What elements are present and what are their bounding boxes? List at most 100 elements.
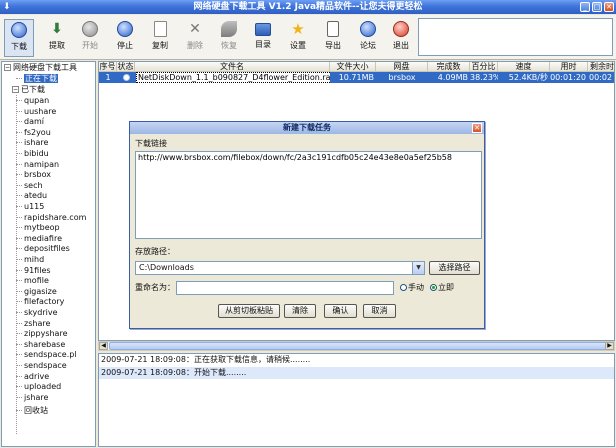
col-remaining[interactable]: 剩余时 [588, 62, 614, 72]
log-line: 2009-07-21 18:09:08：正在获取下载信息，请稍候........ [101, 355, 311, 364]
stop-button[interactable]: 停止 [110, 19, 140, 57]
restore-button[interactable]: 恢复 [214, 19, 244, 57]
close-button[interactable]: ✕ [604, 2, 614, 12]
tree-item-site[interactable]: adrive [16, 371, 49, 382]
notes-panel [418, 18, 613, 56]
radio-immediate[interactable]: 立即 [430, 283, 454, 293]
tree-item-site[interactable]: zippyshare [16, 328, 68, 339]
extract-label: 提取 [49, 41, 65, 50]
tree-item-site-label: u115 [24, 202, 45, 211]
cell-disk: brsbox [388, 73, 416, 82]
tree-item-site[interactable]: mediafire [16, 233, 62, 244]
scroll-thumb[interactable] [109, 342, 609, 350]
tree-item-site-label: uploaded [24, 382, 62, 392]
tree-item-site[interactable]: bibidu [16, 148, 49, 159]
tree-item-site[interactable]: ishare [16, 137, 48, 148]
directory-button[interactable]: 目录 [248, 19, 278, 57]
tree-item-site[interactable]: sendspace.pl [16, 349, 77, 360]
tree-item-site[interactable]: namipan [16, 159, 59, 170]
scroll-right-icon[interactable]: ▶ [605, 342, 614, 350]
tree-item-downloaded[interactable]: − 已下载 [12, 84, 45, 95]
dialog-close-icon[interactable]: ✕ [472, 123, 482, 133]
path-select[interactable]: C:\Downloads ▼ [135, 261, 425, 275]
ok-button[interactable]: 确认 [324, 304, 357, 318]
site-tree[interactable]: − 网络硬盘下载工具 正在下载 − 已下载 qupan uushare damí fs2y… [1, 61, 96, 447]
tree-item-site-label: mytbeop [24, 223, 60, 233]
tree-item-site[interactable]: mytbeop [16, 222, 60, 233]
col-size[interactable]: 文件大小 [330, 62, 376, 72]
col-filename[interactable]: 文件名 [135, 62, 330, 72]
paste-clipboard-button[interactable]: 从剪切板粘贴 [218, 304, 280, 318]
tree-item-site[interactable]: jshare [16, 392, 48, 403]
tree-item-site[interactable]: filefactory [16, 296, 64, 307]
table-row[interactable]: 1 NetDiskDown_1.1_b090827_D4flower_Editi… [99, 72, 614, 83]
tree-item-site-label: adrive [24, 371, 50, 381]
tree-item-site-label: sech [24, 180, 43, 190]
tree-item-site-label: bibidu [24, 149, 49, 158]
rename-input[interactable] [176, 281, 394, 295]
download-button[interactable]: 下载 [4, 19, 34, 57]
exit-button[interactable]: 退出 [386, 19, 416, 57]
col-percent[interactable]: 百分比 [470, 62, 498, 72]
export-button[interactable]: 导出 [318, 19, 348, 57]
start-button[interactable]: 开始 [75, 19, 105, 57]
maximize-button[interactable]: □ [592, 2, 602, 12]
tree-item-recycle[interactable]: 回收站 [16, 405, 48, 416]
cancel-button[interactable]: 取消 [363, 304, 396, 318]
tree-item-site[interactable]: gigasize [16, 286, 57, 297]
tree-item-site[interactable]: u115 [16, 201, 44, 212]
settings-button[interactable]: ★ 设置 [283, 19, 313, 57]
clear-button[interactable]: 清除 [284, 304, 316, 318]
choose-path-button[interactable]: 选择路径 [429, 261, 480, 275]
collapse-icon[interactable]: − [4, 64, 11, 71]
scroll-left-icon[interactable]: ◀ [99, 342, 108, 350]
tree-item-site[interactable]: atedu [16, 190, 47, 201]
forum-button[interactable]: 论坛 [353, 19, 383, 57]
col-disk[interactable]: 网盘 [376, 62, 428, 72]
tree-item-site[interactable]: skydrive [16, 307, 58, 318]
tree-item-site-label: namipan [24, 159, 60, 169]
col-status[interactable]: 状态 [117, 62, 135, 72]
delete-label: 删除 [187, 41, 203, 50]
tree-item-site[interactable]: qupan [16, 95, 49, 106]
star-settings-icon: ★ [291, 20, 305, 38]
tree-item-site[interactable]: uushare [16, 106, 56, 117]
copy-button[interactable]: 复制 [145, 19, 175, 57]
tree-item-site[interactable]: mihd [16, 254, 44, 265]
col-speed[interactable]: 速度 [498, 62, 550, 72]
cell-size: 10.71MB [338, 73, 374, 82]
chevron-down-icon[interactable]: ▼ [412, 262, 424, 274]
col-index[interactable]: 序号 [99, 62, 117, 72]
tree-item-site[interactable]: uploaded [16, 381, 61, 392]
tree-item-downloaded-label: 已下载 [21, 85, 45, 94]
tree-item-downloading[interactable]: 正在下载 [16, 73, 58, 84]
table-hscrollbar[interactable]: ◀ ▶ [98, 341, 615, 351]
tree-item-site[interactable]: 91files [16, 265, 51, 276]
tree-item-site[interactable]: rapidshare.com [16, 212, 86, 223]
col-elapsed[interactable]: 用时 [550, 62, 588, 72]
tree-item-site[interactable]: fs2you [16, 127, 51, 138]
minimize-button[interactable]: _ [580, 2, 590, 12]
collapse-icon[interactable]: − [12, 86, 19, 93]
tree-root[interactable]: − 网络硬盘下载工具 [4, 62, 77, 73]
tree-item-site[interactable]: sendspace [16, 360, 67, 371]
tree-item-site[interactable]: damí [16, 116, 44, 127]
radio-manual-icon[interactable] [400, 284, 407, 291]
tree-item-site[interactable]: zshare [16, 318, 50, 329]
tree-item-site[interactable]: sech [16, 180, 43, 191]
delete-button[interactable]: ✕ 删除 [180, 19, 210, 57]
url-input[interactable] [135, 151, 482, 239]
col-done[interactable]: 完成数 [428, 62, 470, 72]
tree-item-site[interactable]: sharebase [16, 339, 65, 350]
tree-item-site[interactable]: brsbox [16, 169, 51, 180]
tree-item-site-label: fs2you [24, 127, 51, 137]
forum-icon [360, 21, 376, 37]
tree-item-site[interactable]: depositfiles [16, 243, 70, 254]
tree-item-site-label: gigasize [24, 286, 57, 296]
radio-immediate-icon[interactable] [430, 284, 437, 291]
log-line: 2009-07-21 18:09:08：开始下载........ [99, 367, 614, 379]
radio-manual[interactable]: 手动 [400, 283, 424, 293]
tree-item-site[interactable]: mofile [16, 275, 49, 286]
stop-label: 停止 [117, 41, 133, 50]
extract-button[interactable]: ⬇ 提取 [42, 19, 72, 57]
